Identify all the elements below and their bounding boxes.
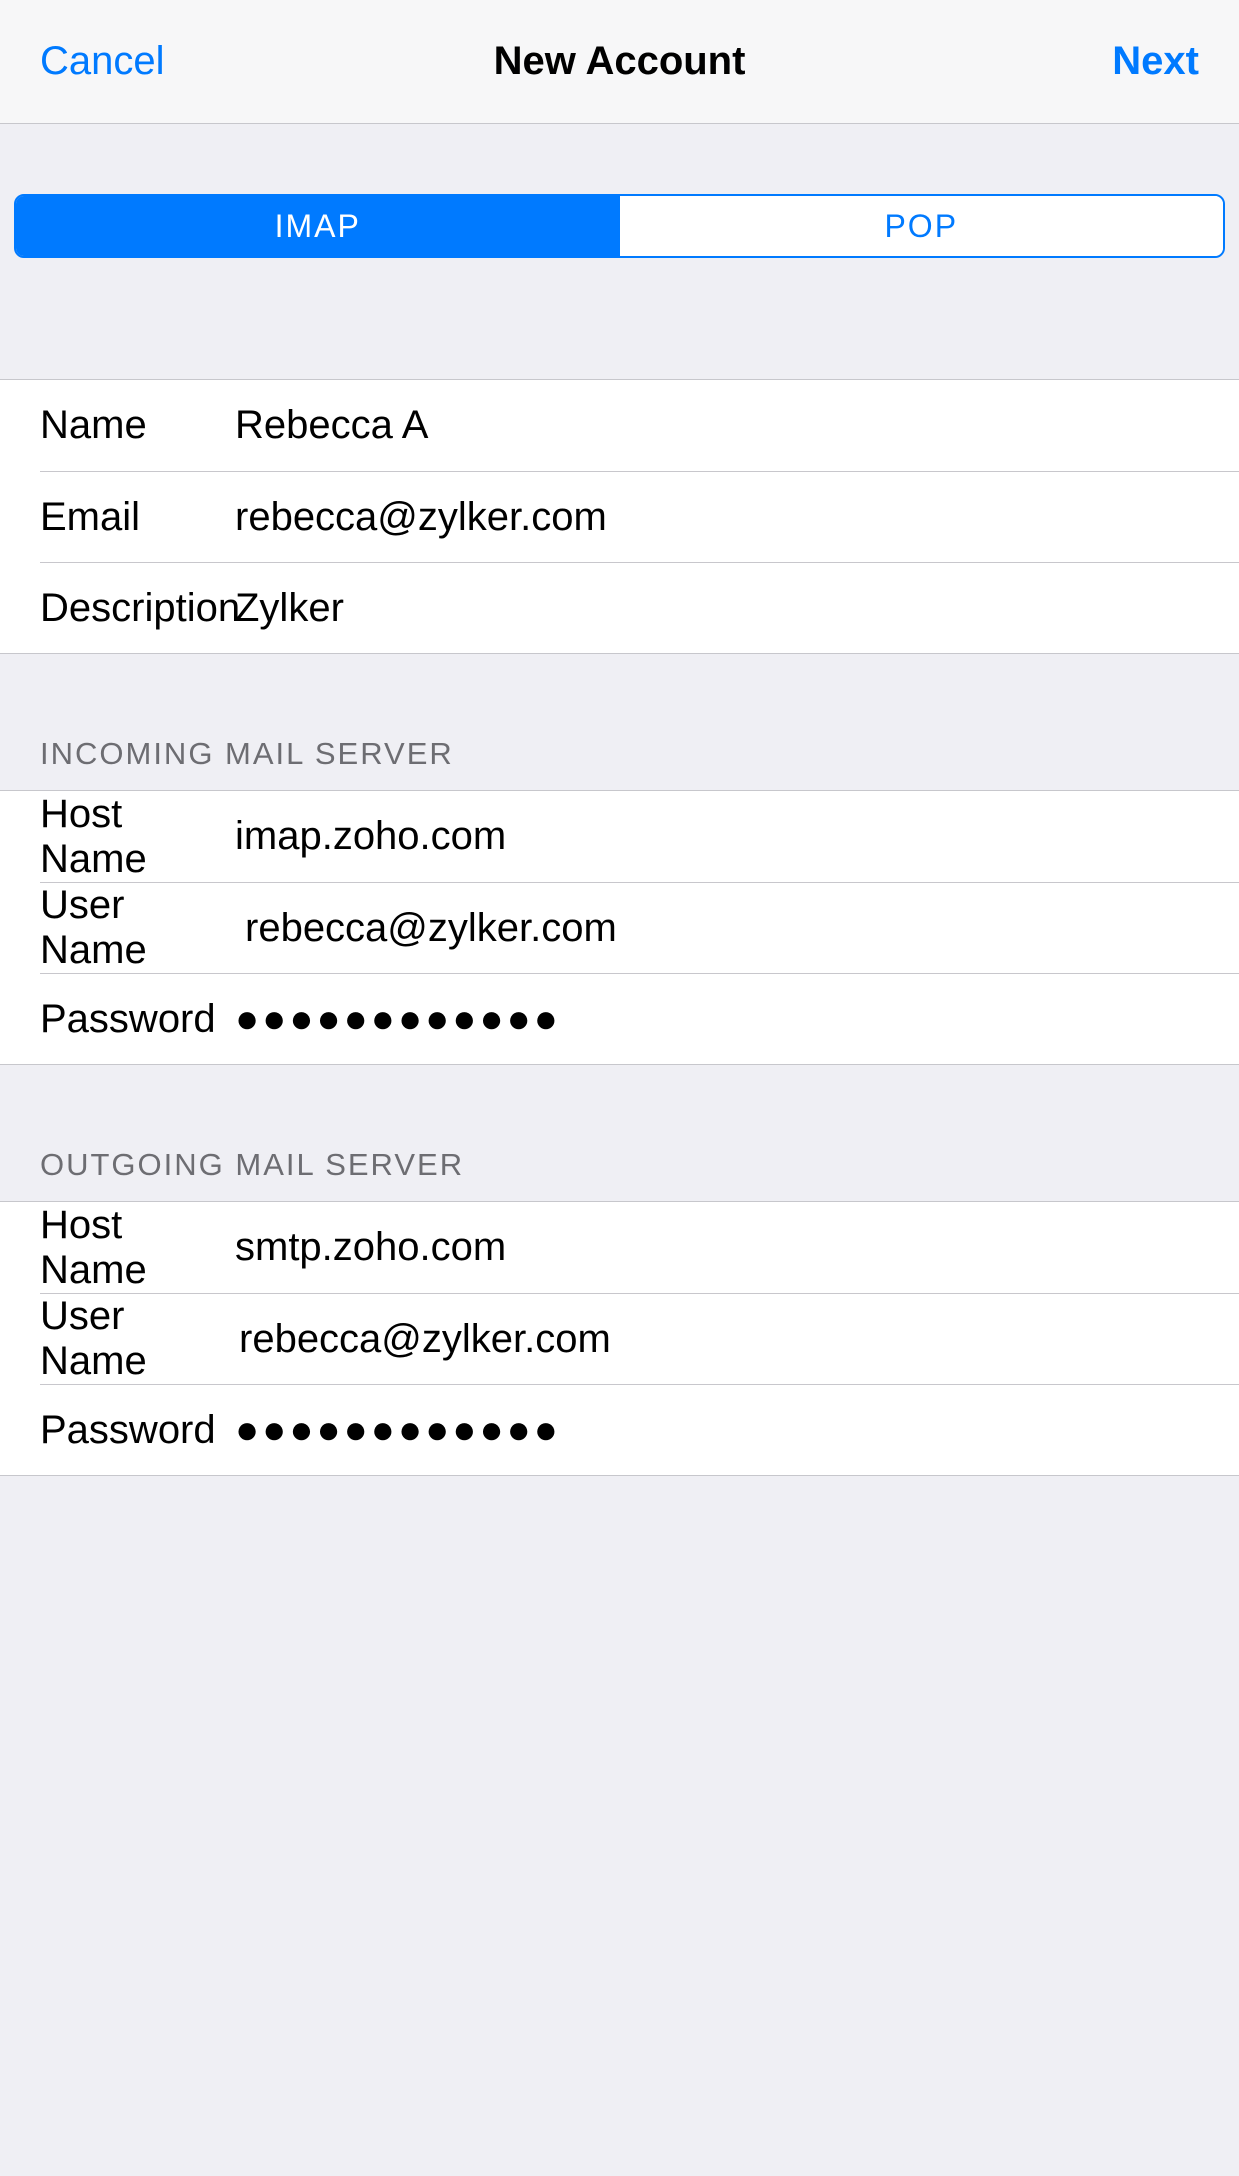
incoming-password-input[interactable]: ●●●●●●●●●●●● <box>235 999 1239 1039</box>
spacer <box>0 1476 1239 2176</box>
email-label: Email <box>40 495 235 540</box>
outgoing-password-row: Password ●●●●●●●●●●●● <box>40 1384 1239 1475</box>
segment-pop[interactable]: POP <box>620 196 1224 256</box>
description-input[interactable] <box>235 586 1239 631</box>
incoming-password-row: Password ●●●●●●●●●●●● <box>40 973 1239 1064</box>
description-row: Description <box>40 562 1239 653</box>
account-info-group: Name Email Description <box>0 379 1239 654</box>
navbar: Cancel New Account Next <box>0 0 1239 124</box>
segment-imap[interactable]: IMAP <box>16 196 620 256</box>
email-input[interactable] <box>235 495 1239 540</box>
outgoing-password-label: Password <box>40 1408 235 1453</box>
outgoing-host-label: Host Name <box>40 1203 235 1293</box>
spacer <box>0 124 1239 194</box>
protocol-segmented-wrapper: IMAP POP <box>0 194 1239 284</box>
incoming-server-group: Host Name User Name Password ●●●●●●●●●●●… <box>0 790 1239 1065</box>
outgoing-host-row: Host Name <box>0 1202 1239 1293</box>
outgoing-user-row: User Name <box>40 1293 1239 1384</box>
outgoing-user-label: User Name <box>40 1294 235 1384</box>
incoming-server-header: INCOMING MAIL SERVER <box>0 654 1239 790</box>
outgoing-user-input[interactable] <box>235 1317 1239 1362</box>
spacer <box>0 284 1239 379</box>
outgoing-server-header: OUTGOING MAIL SERVER <box>0 1065 1239 1201</box>
incoming-user-input[interactable] <box>235 906 1239 951</box>
next-button[interactable]: Next <box>1112 39 1199 84</box>
incoming-user-row: User Name <box>40 882 1239 973</box>
incoming-host-label: Host Name <box>40 792 235 882</box>
name-input[interactable] <box>235 403 1239 448</box>
incoming-host-input[interactable] <box>235 814 1239 859</box>
incoming-host-row: Host Name <box>0 791 1239 882</box>
name-row: Name <box>0 380 1239 471</box>
name-label: Name <box>40 403 235 448</box>
cancel-button[interactable]: Cancel <box>40 39 165 84</box>
incoming-password-label: Password <box>40 997 235 1042</box>
page-title: New Account <box>494 39 746 84</box>
outgoing-server-group: Host Name User Name Password ●●●●●●●●●●●… <box>0 1201 1239 1476</box>
protocol-segmented-control: IMAP POP <box>14 194 1225 258</box>
description-label: Description <box>40 586 235 631</box>
incoming-user-label: User Name <box>40 883 235 973</box>
outgoing-password-input[interactable]: ●●●●●●●●●●●● <box>235 1410 1239 1450</box>
email-row: Email <box>40 471 1239 562</box>
outgoing-host-input[interactable] <box>235 1225 1239 1270</box>
